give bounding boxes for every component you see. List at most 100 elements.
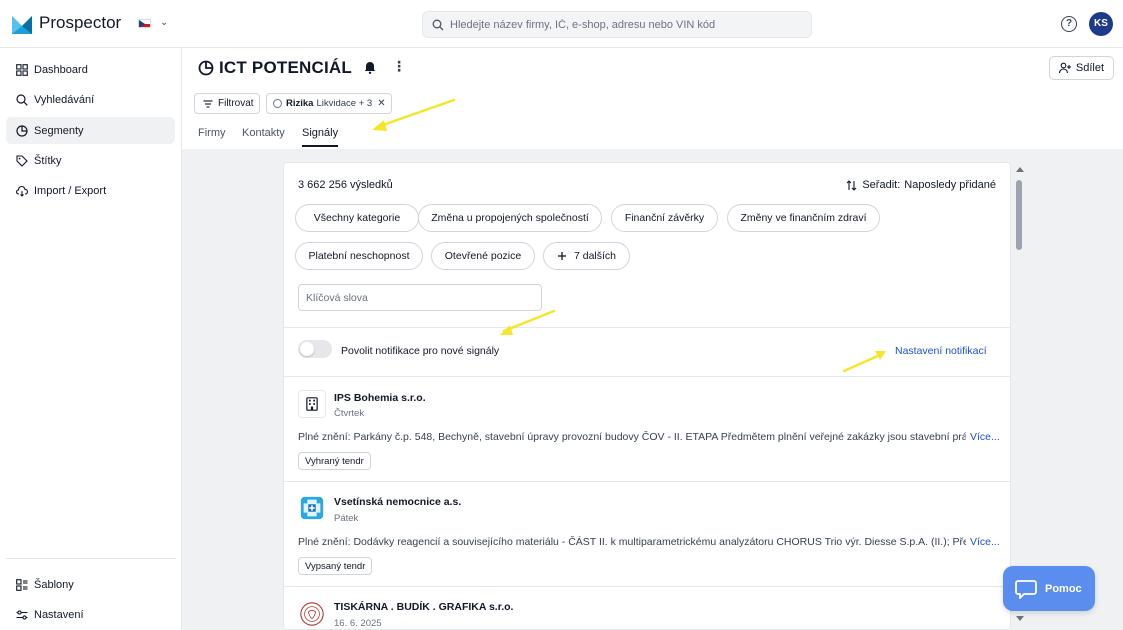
- toggle-knob: [300, 342, 314, 356]
- tab-signals[interactable]: Signály: [302, 127, 339, 147]
- seal-logo[interactable]: [298, 600, 326, 628]
- cloud-sync-icon: [16, 185, 28, 197]
- search-icon: [432, 19, 444, 30]
- hospital-logo[interactable]: [298, 494, 326, 522]
- scroll-thumb[interactable]: [1016, 180, 1022, 250]
- more-options-icon[interactable]: ⋮: [392, 59, 406, 73]
- filter-icon: [203, 99, 213, 108]
- sort-control[interactable]: Seřadit: Naposledy přidané: [846, 179, 996, 191]
- share-button-label: Sdílet: [1075, 62, 1105, 74]
- sidebar-divider: [6, 558, 176, 559]
- category-more-button[interactable]: 7 dalších: [543, 242, 630, 270]
- pie-chart-icon: [198, 60, 214, 76]
- signals-panel: 3 662 256 výsledků Seřadit: Naposledy př…: [283, 162, 1011, 630]
- sliders-icon: [16, 609, 28, 620]
- divider: [284, 376, 1010, 377]
- segment-header: ICT POTENCIÁL ⋮ Sdílet Filtrovat Rizika …: [182, 48, 1123, 149]
- signal-text: Plné znění: Dodávky reagencií a souvisej…: [298, 536, 966, 548]
- category-financial-health[interactable]: Změny ve finančním zdraví: [727, 204, 880, 232]
- signal-date: 16. 6. 2025: [334, 618, 382, 629]
- sidebar-item-label: Vyhledávání: [34, 93, 95, 106]
- chevron-down-icon[interactable]: ⌄: [160, 17, 168, 28]
- category-label: 7 dalších: [573, 250, 617, 262]
- help-button[interactable]: Pomoc: [1003, 566, 1095, 611]
- category-label: Otevřené pozice: [444, 250, 522, 262]
- sidebar-item-dashboard[interactable]: Dashboard: [6, 56, 175, 83]
- signal-company-name[interactable]: Vsetínská nemocnice a.s.: [334, 496, 461, 508]
- share-button[interactable]: Sdílet: [1049, 56, 1114, 80]
- top-bar: Prospector ⌄ ? KS: [0, 0, 1123, 48]
- tab-contacts[interactable]: Kontakty: [242, 127, 285, 147]
- help-icon[interactable]: ?: [1061, 16, 1077, 32]
- signal-company-name[interactable]: TISKÁRNA . BUDÍK . GRAFIKA s.r.o.: [334, 601, 513, 613]
- sidebar-item-label: Nastavení: [34, 608, 84, 621]
- czech-flag-icon[interactable]: [138, 19, 151, 28]
- sidebar: Dashboard Vyhledávání Segmenty Štítky Im…: [0, 48, 182, 630]
- global-search[interactable]: [422, 11, 812, 38]
- sidebar-item-templates[interactable]: Šablony: [6, 571, 175, 598]
- scrollbar[interactable]: [1012, 163, 1026, 629]
- notifications-toggle[interactable]: [298, 340, 332, 358]
- sidebar-item-settings[interactable]: Nastavení: [6, 601, 175, 628]
- filter-button[interactable]: Filtrovat: [194, 93, 260, 114]
- pie-chart-icon: [16, 124, 28, 137]
- gauge-icon: [273, 99, 282, 108]
- sort-icon: [846, 179, 857, 191]
- sidebar-item-label: Import / Export: [34, 184, 107, 197]
- signal-more-link[interactable]: Více...: [970, 536, 1000, 548]
- sidebar-item-label: Dashboard: [34, 63, 88, 76]
- page-title: ICT POTENCIÁL: [219, 58, 352, 77]
- divider: [284, 327, 1010, 328]
- search-input[interactable]: [450, 18, 790, 31]
- main-content: 3 662 256 výsledků Seřadit: Naposledy př…: [182, 149, 1123, 630]
- signal-text: Plné znění: Parkány č.p. 548, Bechyně, s…: [298, 431, 966, 443]
- building-icon[interactable]: [298, 390, 326, 418]
- plus-icon: [557, 252, 566, 260]
- category-label: Platební neschopnost: [308, 250, 410, 262]
- sidebar-item-search[interactable]: Vyhledávání: [6, 86, 175, 113]
- sidebar-item-segments[interactable]: Segmenty: [6, 117, 175, 144]
- tag-icon: [16, 154, 28, 167]
- tab-firms[interactable]: Firmy: [198, 127, 226, 147]
- category-all[interactable]: Všechny kategorie: [295, 204, 419, 232]
- results-count: 3 662 256 výsledků: [298, 179, 393, 191]
- search-icon: [16, 93, 28, 106]
- sidebar-item-import-export[interactable]: Import / Export: [6, 177, 175, 204]
- sidebar-item-label: Štítky: [34, 154, 62, 167]
- brand-name[interactable]: Prospector: [39, 13, 121, 33]
- add-person-icon: [1058, 62, 1071, 74]
- bell-icon[interactable]: [364, 61, 376, 74]
- signal-tag: Vypsaný tendr: [298, 557, 373, 575]
- notifications-toggle-label: Povolit notifikace pro nové signály: [341, 345, 500, 357]
- category-financial-statements[interactable]: Finanční závěrky: [611, 204, 718, 232]
- signal-more-link[interactable]: Více...: [970, 431, 1000, 443]
- category-label: Finanční závěrky: [624, 212, 705, 224]
- signal-tag: Vyhraný tendr: [298, 452, 371, 470]
- annotation-arrow: [842, 351, 886, 373]
- dashboard-icon: [16, 63, 28, 76]
- signal-company-name[interactable]: IPS Bohemia s.r.o.: [334, 392, 426, 404]
- divider: [284, 586, 1010, 587]
- signal-date: Čtvrtek: [334, 408, 365, 419]
- user-avatar[interactable]: KS: [1089, 12, 1113, 36]
- signal-date: Pátek: [334, 513, 359, 524]
- category-open-positions[interactable]: Otevřené pozice: [431, 242, 535, 270]
- category-label: Změna u propojených společností: [431, 212, 589, 224]
- scroll-down-icon[interactable]: [1016, 616, 1024, 621]
- sort-value: Naposledy přidané: [904, 179, 996, 191]
- sidebar-item-tags[interactable]: Štítky: [6, 147, 175, 174]
- help-button-label: Pomoc: [1045, 582, 1082, 595]
- sidebar-item-label: Šablony: [34, 578, 74, 591]
- chat-bubble-icon: [1015, 579, 1037, 599]
- templates-icon: [16, 578, 28, 591]
- sidebar-item-label: Segmenty: [34, 124, 84, 137]
- category-related-companies[interactable]: Změna u propojených společností: [418, 204, 602, 232]
- category-insolvency[interactable]: Platební neschopnost: [295, 242, 423, 270]
- scroll-up-icon[interactable]: [1016, 167, 1024, 172]
- prospector-logo-icon[interactable]: [12, 14, 32, 34]
- notification-settings-link[interactable]: Nastavení notifikací: [895, 345, 987, 357]
- category-label: Všechny kategorie: [313, 212, 401, 224]
- category-label: Změny ve finančním zdraví: [740, 212, 867, 224]
- sort-label: Seřadit:: [862, 179, 901, 191]
- divider: [284, 481, 1010, 482]
